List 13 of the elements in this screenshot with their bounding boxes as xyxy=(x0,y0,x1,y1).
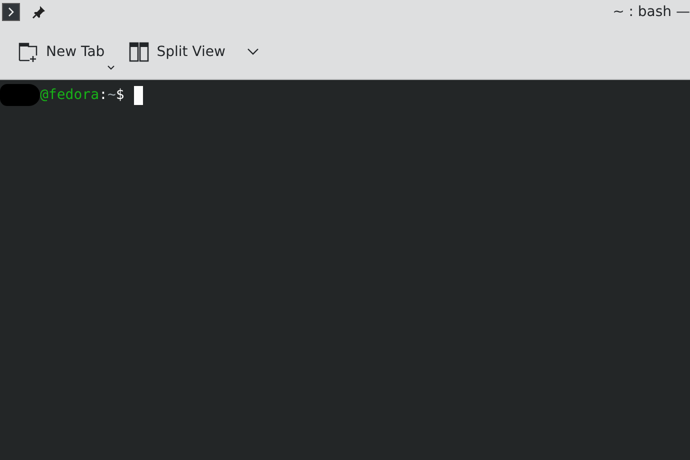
terminal-icon[interactable] xyxy=(2,3,20,21)
prompt-symbol: : xyxy=(99,87,108,103)
prompt-path: ~ xyxy=(107,87,116,103)
prompt-symbol: $ xyxy=(116,87,124,103)
redaction-mark xyxy=(0,84,40,106)
window-title: ~ : bash — xyxy=(612,4,690,20)
split-view-icon xyxy=(128,42,149,62)
host-name: @fedora xyxy=(40,87,100,103)
caret-icon xyxy=(247,48,260,55)
split-view-button[interactable]: Split View xyxy=(122,38,232,66)
pin-icon[interactable] xyxy=(32,5,46,19)
new-tab-icon xyxy=(18,42,38,62)
new-tab-button[interactable]: New Tab xyxy=(12,38,111,66)
